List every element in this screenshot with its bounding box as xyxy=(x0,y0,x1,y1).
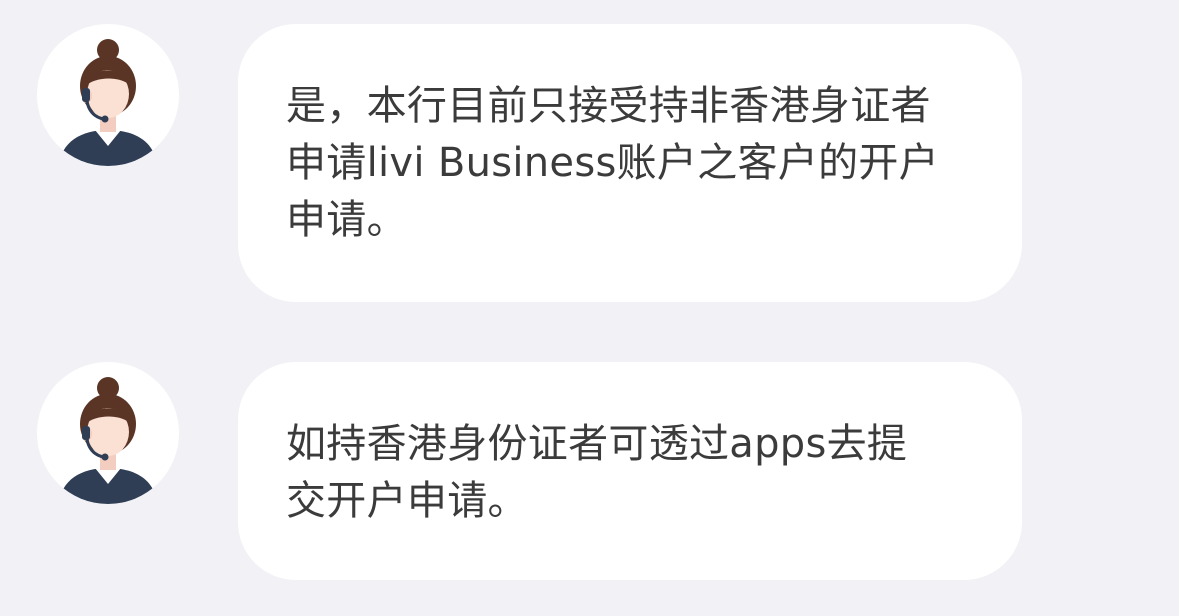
customer-service-agent-icon xyxy=(59,39,157,166)
message-bubble: 是，本行目前只接受持非香港身证者 申请livi Business账户之客户的开户… xyxy=(238,24,1022,302)
message-bubble: 如持香港身份证者可透过apps去提 交开户申请。 xyxy=(238,362,1022,580)
agent-avatar xyxy=(37,24,179,166)
message-text: 是，本行目前只接受持非香港身证者 申请livi Business账户之客户的开户… xyxy=(286,83,940,243)
agent-avatar xyxy=(37,362,179,504)
customer-service-agent-icon xyxy=(59,377,157,504)
message-text: 如持香港身份证者可透过apps去提 交开户申请。 xyxy=(286,421,908,524)
